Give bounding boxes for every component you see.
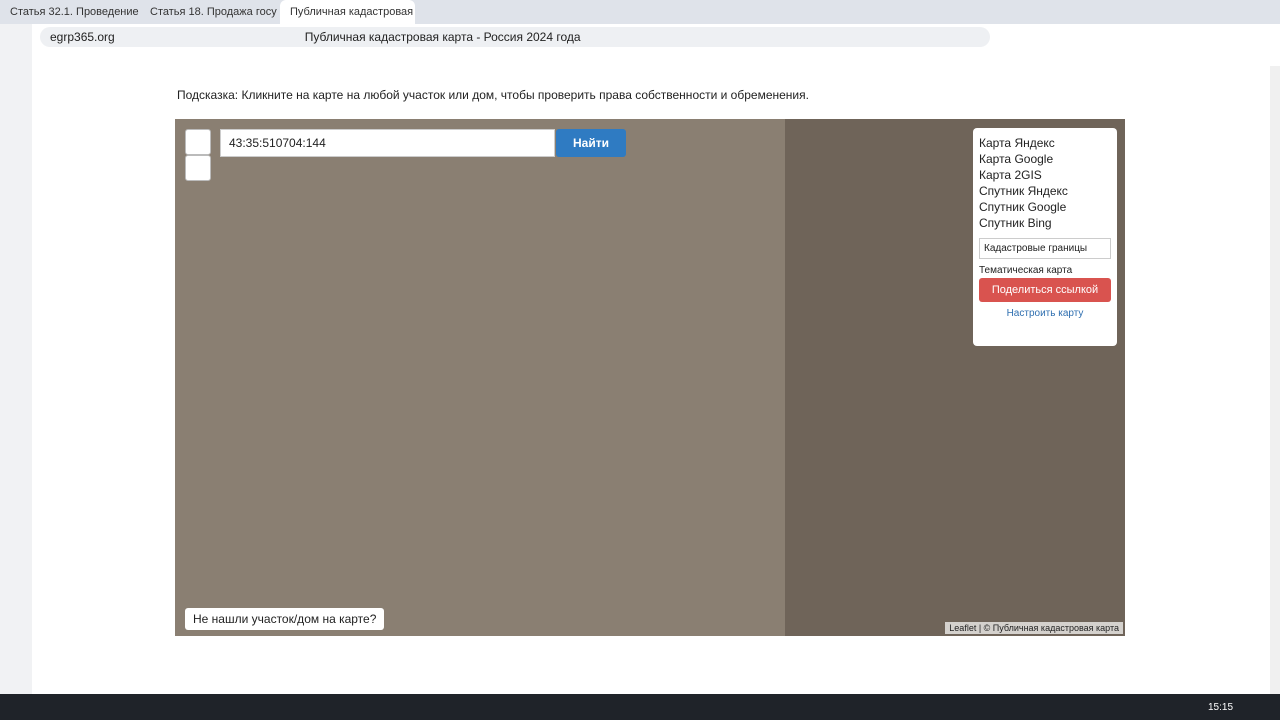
thematic-checkbox[interactable]: Тематическая карта <box>979 265 1111 276</box>
zoom-in-button[interactable] <box>185 129 211 155</box>
layer-option[interactable]: Карта 2GIS <box>979 168 1111 182</box>
search-input[interactable]: 43:35:510704:144 <box>220 129 555 157</box>
tab-label: Статья 18. Продажа госу <box>150 6 277 18</box>
url-field[interactable]: egrp365.org Публичная кадастровая карта … <box>40 27 990 47</box>
notfound-link[interactable]: Не нашли участок/дом на карте? <box>185 608 385 630</box>
bookmarks-bar <box>32 50 1280 66</box>
scrollbar[interactable] <box>1270 66 1280 694</box>
layers-panel: Карта Яндекс Карта Google Карта 2GIS Спу… <box>973 128 1117 346</box>
zoom-out-button[interactable] <box>185 155 211 181</box>
share-button[interactable]: Поделиться ссылкой <box>979 278 1111 302</box>
tab-2[interactable]: Статья 18. Продажа госу <box>140 0 280 24</box>
page-title: Публичная кадастровая карта - Россия 202… <box>304 30 581 44</box>
page: Подсказка: Кликните на карте на любой уч… <box>32 66 1270 694</box>
url-text: egrp365.org <box>50 30 115 44</box>
layer-option[interactable]: Спутник Google <box>979 200 1111 214</box>
tab-3[interactable]: Публичная кадастровая <box>280 0 415 24</box>
taskbar: 15:15 <box>0 694 1280 720</box>
layer-option[interactable]: Спутник Яндекс <box>979 184 1111 198</box>
tab-1[interactable]: Статья 32.1. Проведение <box>0 0 140 24</box>
address-bar: egrp365.org Публичная кадастровая карта … <box>32 24 1280 50</box>
layer-option[interactable]: Карта Google <box>979 152 1111 166</box>
tab-label: Публичная кадастровая <box>290 6 414 18</box>
tab-label: Статья 32.1. Проведение <box>10 6 139 18</box>
tab-bar: Статья 32.1. Проведение Статья 18. Прода… <box>0 0 1280 24</box>
layer-select[interactable]: Кадастровые границы <box>979 238 1111 259</box>
sidebar <box>0 24 32 694</box>
config-link[interactable]: Настроить карту <box>979 308 1111 319</box>
find-button[interactable]: Найти <box>556 129 626 157</box>
hint: Подсказка: Кликните на карте на любой уч… <box>177 88 809 102</box>
layer-option[interactable]: Спутник Bing <box>979 216 1111 230</box>
attribution: Leaflet | © Публичная кадастровая карта <box>945 622 1123 634</box>
map[interactable]: 43:35:510704:144 Найти Карта Яндекс Карт… <box>175 119 1125 636</box>
clock-time: 15:15 <box>1208 701 1234 713</box>
layer-option[interactable]: Карта Яндекс <box>979 136 1111 150</box>
